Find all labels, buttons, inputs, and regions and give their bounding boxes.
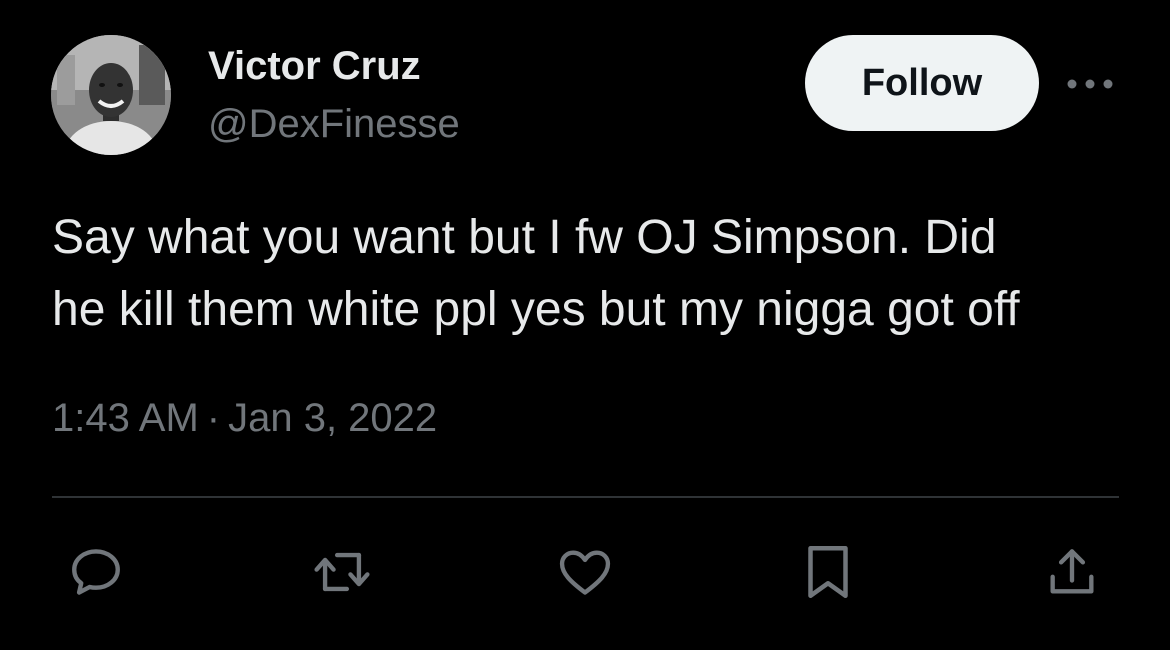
tweet-meta: 1:43 AM · Jan 3, 2022	[52, 390, 437, 446]
display-name[interactable]: Victor Cruz	[208, 40, 421, 92]
share-button[interactable]	[1040, 540, 1104, 604]
user-handle[interactable]: @DexFinesse	[208, 98, 460, 150]
like-icon	[559, 550, 611, 595]
bookmark-button[interactable]	[796, 540, 860, 604]
tweet-time[interactable]: 1:43 AM	[52, 396, 199, 440]
more-horizontal-icon	[1067, 79, 1113, 89]
divider	[52, 496, 1119, 498]
reply-icon	[72, 549, 120, 595]
retweet-icon	[314, 552, 370, 592]
tweet-text: Say what you want but I fw OJ Simpson. D…	[52, 211, 1020, 336]
avatar[interactable]	[51, 35, 171, 155]
bookmark-icon	[808, 546, 848, 598]
follow-button[interactable]: Follow	[805, 35, 1039, 131]
meta-separator: ·	[206, 396, 221, 440]
tweet-date[interactable]: Jan 3, 2022	[228, 396, 437, 440]
share-icon	[1050, 549, 1094, 594]
retweet-button[interactable]	[310, 540, 374, 604]
reply-button[interactable]	[64, 540, 128, 604]
more-options-button[interactable]	[1064, 64, 1116, 104]
tweet: Victor Cruz @DexFinesse Follow Say what …	[0, 0, 1170, 650]
profile-photo	[51, 35, 171, 155]
like-button[interactable]	[553, 540, 617, 604]
